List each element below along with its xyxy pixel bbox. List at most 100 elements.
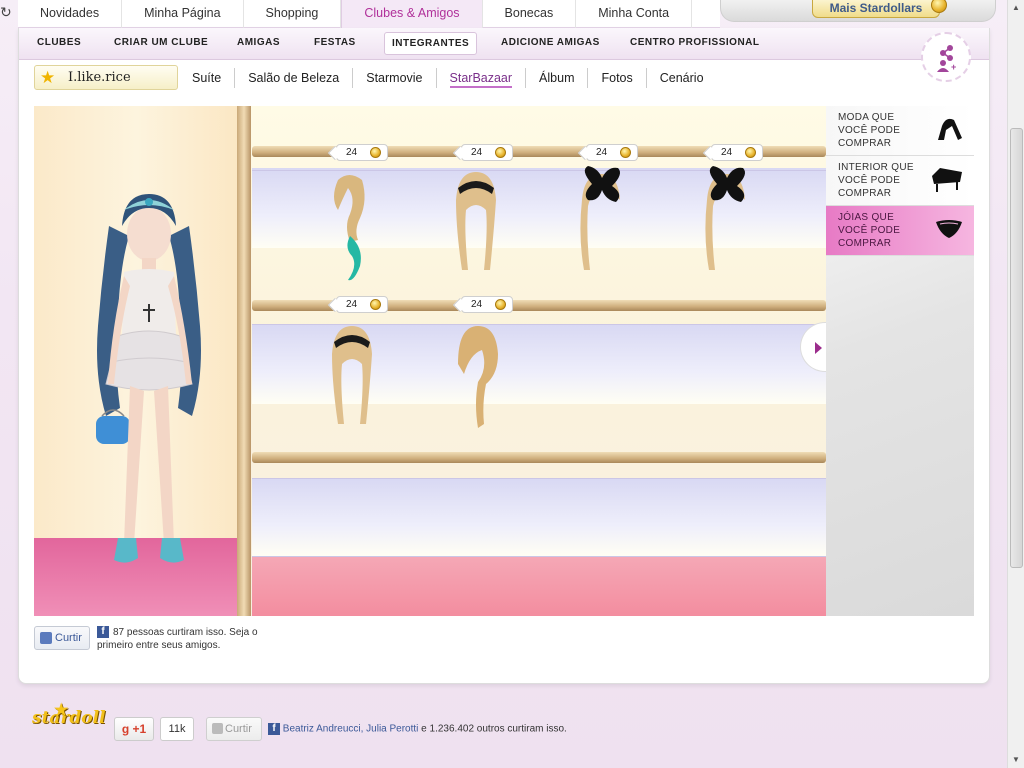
shelf-panel-3 [252,478,826,556]
subnav-centro-profissional[interactable]: CENTRO PROFISSIONAL [630,37,760,48]
subnav-adicione-amigas[interactable]: ADICIONE AMIGAS [501,37,600,48]
doll-avatar[interactable] [84,186,214,576]
thumbs-up-icon [212,723,223,734]
share-button[interactable]: + [921,32,971,82]
shop-category-label: MODA QUE VOCÊ PODE COMPRAR [838,112,901,149]
tab-clubes-amigos[interactable]: Clubes & Amigos [341,0,483,28]
stardoll-logo[interactable]: ★ stardoll [32,700,106,728]
profile-tab-starbazaar[interactable]: StarBazaar [435,68,526,88]
shelf-line [252,556,826,557]
coin-icon [370,147,381,158]
scrollbar-thumb[interactable] [1010,128,1023,568]
coin-icon [370,299,381,310]
main-panel: CLUBES CRIAR UM CLUBE AMIGAS FESTAS INTE… [18,28,990,684]
more-stardollars-label: Mais Stardollars [829,1,923,15]
like-text-line-2: primeiro entre seus amigos. [97,640,221,651]
footer: ★ stardoll g +1 11k Curtir f Beatriz And… [0,700,1010,768]
profile-tab-album[interactable]: Álbum [525,68,587,88]
tab-minha-pagina[interactable]: Minha Página [122,0,244,28]
facebook-likes-text: f Beatriz Andreucci, Julia Perotti e 1.2… [268,723,567,735]
jewel-icon [936,220,962,238]
facebook-like-button-footer[interactable]: Curtir [206,717,262,741]
vertical-scrollbar[interactable]: ▲ ▼ [1007,0,1024,768]
scroll-down-arrow-icon[interactable]: ▼ [1008,752,1024,768]
star-icon: ★ [40,68,56,87]
coin-icon [495,147,506,158]
hair-item-braid-headband[interactable] [326,324,376,434]
friend-names[interactable]: Beatriz Andreucci, Julia Perotti [283,724,419,735]
gplus-label: +1 [132,722,147,736]
facebook-icon: f [97,626,109,638]
coin-icon [495,299,506,310]
likes-rest-text: e 1.236.402 outros curtiram isso. [418,723,567,735]
facebook-icon: f [268,723,280,735]
scroll-up-arrow-icon[interactable]: ▲ [1008,0,1024,16]
subnav-integrantes[interactable]: INTEGRANTES [384,32,478,55]
google-plus-one-button[interactable]: g +1 [114,717,154,741]
svg-text:+: + [951,62,956,72]
price-tag[interactable]: 24 [461,144,513,161]
profile-tab-fotos[interactable]: Fotos [587,68,645,88]
price-value: 24 [721,147,733,158]
subnav-festas[interactable]: FESTAS [314,37,356,48]
like-count-text: f 87 pessoas curtiram isso. Seja o prime… [97,626,277,652]
profile-tab-starmovie[interactable]: Starmovie [352,68,435,88]
shop-floor [252,556,826,616]
like-button-label: Curtir [55,632,82,644]
shelf-line [252,478,826,479]
top-navigation: Novidades Minha Página Shopping Clubes &… [18,0,720,28]
tab-minha-conta[interactable]: Minha Conta [576,0,693,28]
coin-icon [620,147,631,158]
more-stardollars-button[interactable]: Mais Stardollars [812,0,947,18]
facebook-like-button[interactable]: Curtir [34,626,90,650]
reload-glyph-icon: ↻ [0,4,12,20]
gplus-count: 11k [160,717,194,741]
price-value: 24 [596,147,608,158]
username: I.like.rice [68,70,131,85]
piano-icon [932,168,962,192]
sub-navigation: CLUBES CRIAR UM CLUBE AMIGAS FESTAS INTE… [19,28,989,60]
curtir-label: Curtir [225,723,252,735]
price-value: 24 [346,147,358,158]
tab-bonecas[interactable]: Bonecas [483,0,577,28]
thumbs-up-icon [40,632,52,644]
shelf-post [237,106,251,616]
price-value: 24 [471,147,483,158]
subnav-clubes[interactable]: CLUBES [37,37,81,48]
like-text-line-1: 87 pessoas curtiram isso. Seja o [113,627,258,638]
coin-icon [745,147,756,158]
price-tag[interactable]: 24 [461,296,513,313]
subnav-criar-clube[interactable]: CRIAR UM CLUBE [114,37,208,48]
username-badge: ★ I.like.rice [34,65,178,90]
price-tag[interactable]: 24 [711,144,763,161]
shoe-icon [938,118,962,140]
hair-item-black-bow[interactable] [574,166,628,280]
shop-category-jewelry[interactable]: JÓIAS QUE VOCÊ PODE COMPRAR [826,206,974,256]
price-value: 24 [471,299,483,310]
tab-novidades[interactable]: Novidades [18,0,123,28]
shop-category-label: INTERIOR QUE VOCÊ PODE COMPRAR [838,162,914,199]
logo-star-icon: ★ [54,700,69,719]
starbazaar-scene: 24 24 24 24 24 24 MODA QUE VOCÊ PODE COM… [34,106,974,616]
shop-category-fashion[interactable]: MODA QUE VOCÊ PODE COMPRAR [826,106,974,156]
hair-item-braid-headband[interactable] [450,170,500,280]
gplus-icon: g [121,722,130,736]
share-add-friend-icon: + [937,45,956,72]
profile-tab-cenario[interactable]: Cenário [645,68,717,88]
profile-tab-salao[interactable]: Salão de Beleza [234,68,352,88]
hair-item-black-bow[interactable] [699,166,753,280]
shop-category-label: JÓIAS QUE VOCÊ PODE COMPRAR [838,212,901,249]
price-tag[interactable]: 24 [586,144,638,161]
price-tag[interactable]: 24 [336,296,388,313]
shop-category-interior[interactable]: INTERIOR QUE VOCÊ PODE COMPRAR [826,156,974,206]
subnav-amigas[interactable]: AMIGAS [237,37,280,48]
logo-text: stardoll [32,708,106,728]
hair-item-side-braid[interactable] [452,324,502,434]
price-tag[interactable]: 24 [336,144,388,161]
hair-item-teal-wavy[interactable] [324,170,374,282]
tab-shopping[interactable]: Shopping [244,0,342,28]
price-value: 24 [346,299,358,310]
shelf-bar-3 [252,452,826,463]
profile-tab-suite[interactable]: Suíte [179,68,234,88]
profile-tabs: Suíte Salão de Beleza Starmovie StarBaza… [179,66,717,90]
